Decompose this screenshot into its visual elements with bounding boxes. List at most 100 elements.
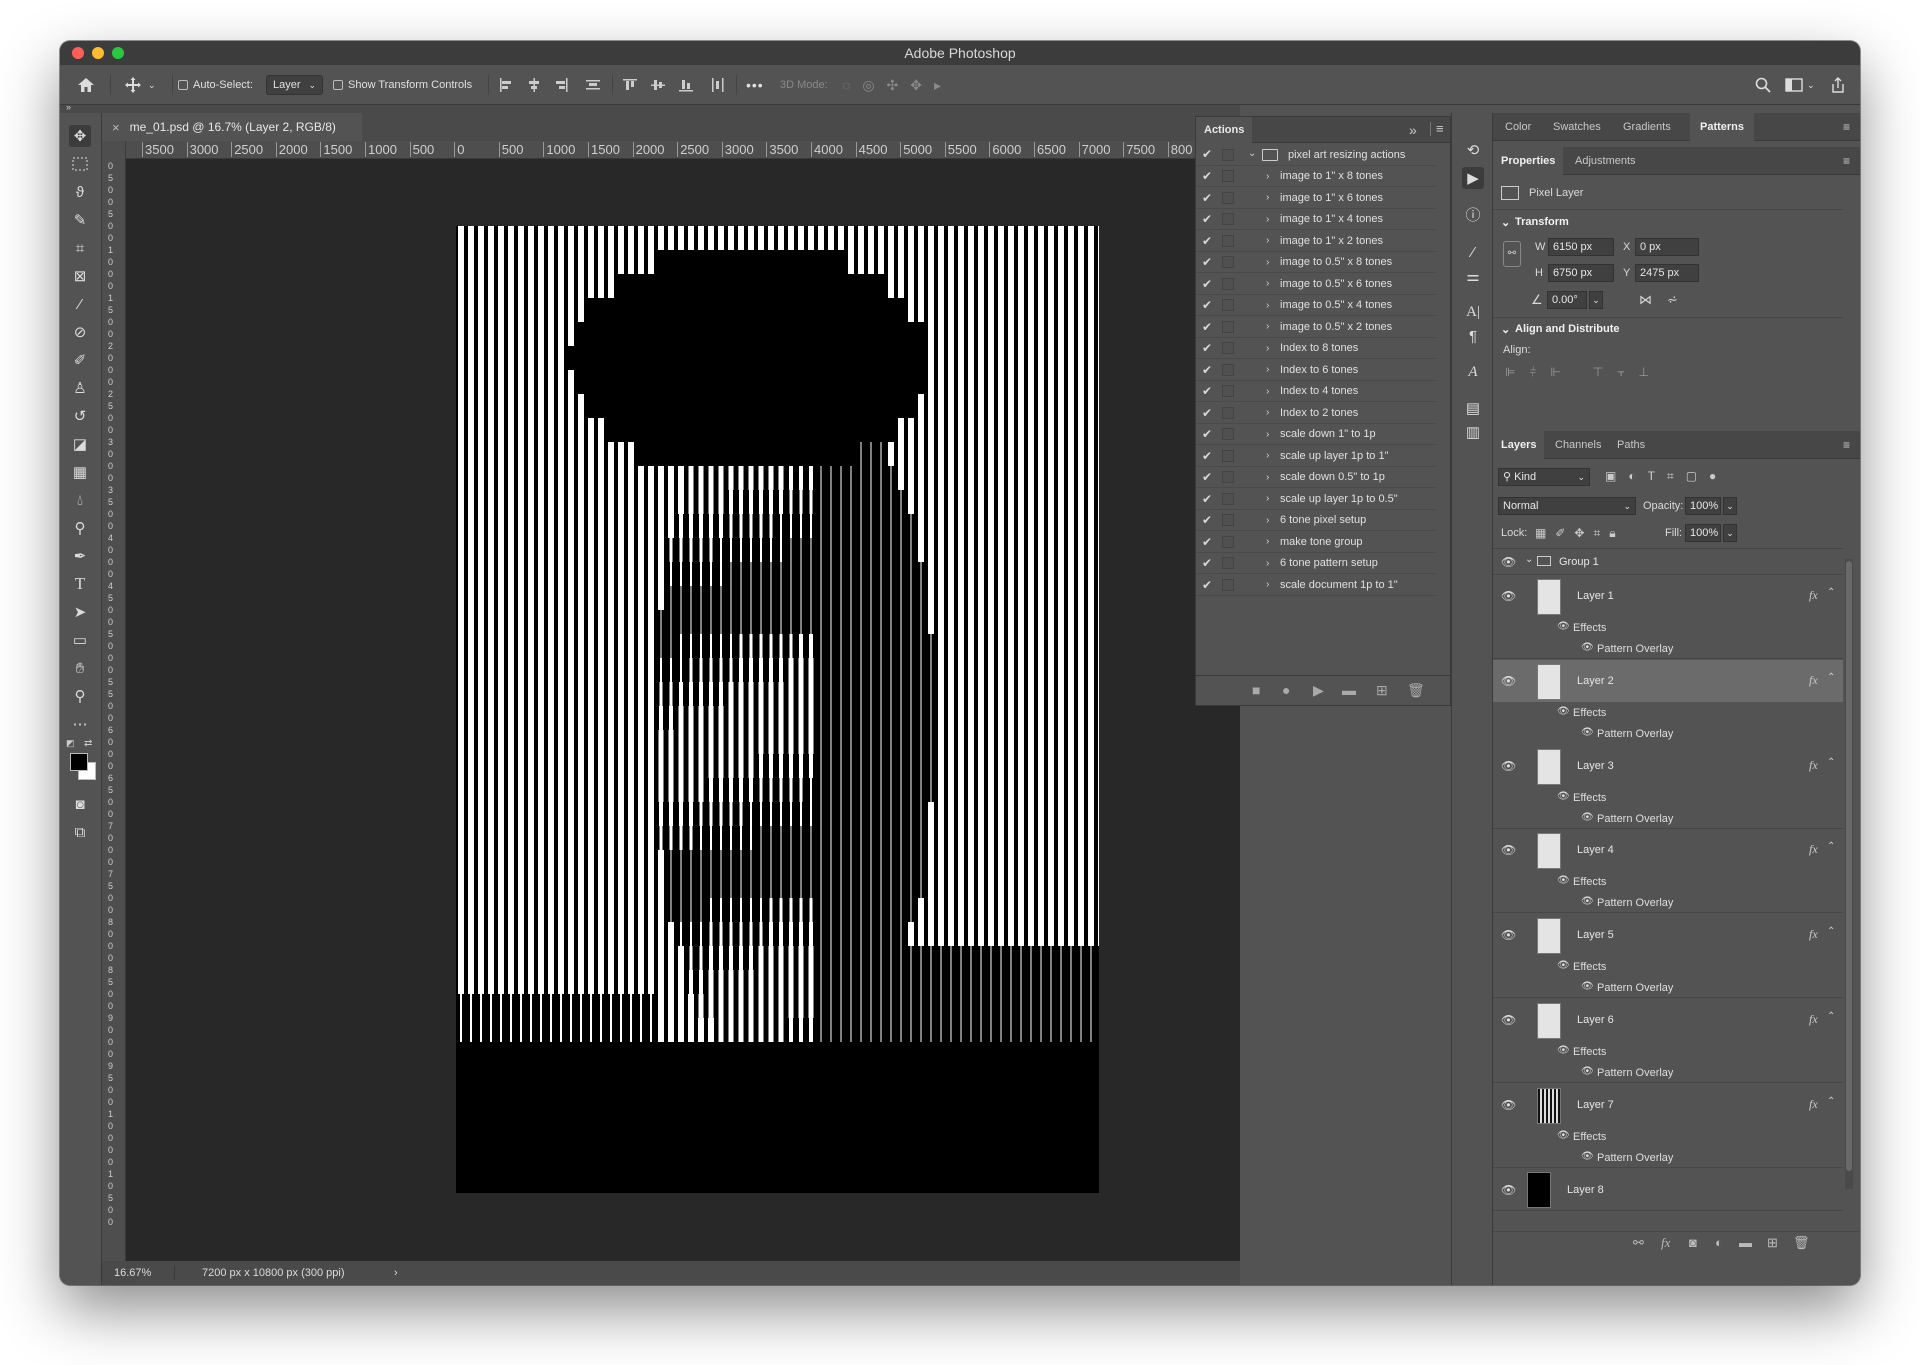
auto-select-dropdown[interactable]: Layer ⌄ <box>266 65 324 105</box>
visibility-eye-icon[interactable]: 👁︎ <box>1557 791 1570 802</box>
tab-swatches[interactable]: Swatches <box>1549 113 1605 141</box>
clone-stamp-tool-icon[interactable]: ♙ <box>69 377 91 399</box>
chevron-right-icon[interactable]: › <box>1266 214 1269 225</box>
align-vertical-distribute-icon[interactable] <box>585 65 601 105</box>
more-options-icon[interactable]: ••• <box>746 65 764 105</box>
checkmark-icon[interactable]: ✔ <box>1202 255 1212 269</box>
lock-all-icon[interactable]: 🔒︎ <box>1609 526 1615 541</box>
chevron-up-icon[interactable]: ⌃ <box>1827 587 1835 598</box>
checkmark-icon[interactable]: ✔ <box>1202 363 1212 377</box>
auto-select-checkbox[interactable]: Auto-Select: <box>178 65 253 105</box>
visibility-eye-icon[interactable]: 👁︎ <box>1581 812 1594 823</box>
fill-field[interactable]: 100% <box>1685 524 1721 542</box>
chevron-right-icon[interactable]: › <box>1266 386 1269 397</box>
dialog-toggle-box[interactable] <box>1222 363 1234 376</box>
layer-thumbnail[interactable] <box>1537 918 1561 955</box>
visibility-eye-icon[interactable]: 👁︎ <box>1581 727 1594 738</box>
dialog-toggle-box[interactable] <box>1222 256 1234 268</box>
glyphs-panel-icon[interactable]: A <box>1462 361 1484 383</box>
align-bottom-edges-icon[interactable] <box>678 65 694 105</box>
chevron-right-icon[interactable]: › <box>1266 171 1269 182</box>
action-item[interactable]: ✔ › image to 1" x 2 tones <box>1196 231 1436 252</box>
chevron-right-icon[interactable]: › <box>1266 579 1269 590</box>
chevron-right-icon[interactable]: › <box>1266 450 1269 461</box>
align-top-icon[interactable]: ⊤ <box>1593 365 1603 380</box>
marquee-tool-icon[interactable] <box>69 153 91 175</box>
action-item[interactable]: ✔ › Index to 8 tones <box>1196 338 1436 359</box>
dialog-toggle-box[interactable] <box>1222 234 1234 247</box>
pen-tool-icon[interactable]: ✒ <box>69 545 91 567</box>
checkmark-icon[interactable]: ✔ <box>1202 578 1212 592</box>
blend-mode-select[interactable]: Normal ⌄ <box>1498 497 1636 515</box>
filter-kind-select[interactable]: ⚲ Kind ⌄ <box>1498 468 1590 486</box>
visibility-eye-icon[interactable]: 👁︎ <box>1557 706 1570 717</box>
visibility-eye-icon[interactable]: 👁︎ <box>1581 896 1594 907</box>
layer-row[interactable]: 👁︎ Layer 8 <box>1493 1169 1843 1211</box>
info-panel-icon[interactable]: ⓘ <box>1462 203 1484 225</box>
move-tool-icon[interactable]: ⌄ <box>124 65 156 105</box>
align-middle-icon[interactable]: ⫟ <box>1617 365 1624 380</box>
fx-icon[interactable]: fx <box>1809 1097 1818 1112</box>
align-bottom-icon[interactable]: ⊥ <box>1639 365 1649 380</box>
layer-thumbnail[interactable] <box>1527 1171 1551 1208</box>
new-layer-icon[interactable]: ⊞ <box>1767 1235 1778 1251</box>
default-colors-icon[interactable]: ◩ <box>66 738 75 749</box>
chevron-right-icon[interactable]: › <box>1266 278 1269 289</box>
move-tool-icon[interactable]: ✥ <box>69 125 91 147</box>
edit-toolbar-icon[interactable]: ⋯ <box>69 713 91 735</box>
layer-group-row[interactable]: 👁︎ ⌄ Group 1 <box>1493 549 1843 575</box>
chevron-right-icon[interactable]: › <box>1266 343 1269 354</box>
dialog-toggle-box[interactable] <box>1222 277 1234 290</box>
layers-scrollbar[interactable] <box>1845 559 1853 1189</box>
tab-properties[interactable]: Properties <box>1493 147 1564 175</box>
layer-thumbnail[interactable] <box>1537 833 1561 870</box>
tab-channels[interactable]: Channels <box>1549 431 1607 459</box>
quick-mask-icon[interactable]: ◙ <box>69 793 91 815</box>
action-item[interactable]: ✔ › make tone group <box>1196 532 1436 553</box>
checkmark-icon[interactable]: ✔ <box>1202 492 1212 506</box>
zoom-level[interactable]: 16.67% <box>114 1267 151 1279</box>
flip-vertical-icon[interactable]: ⩫ <box>1667 292 1678 308</box>
dialog-toggle-box[interactable] <box>1222 191 1234 204</box>
dialog-toggle-box[interactable] <box>1222 213 1234 225</box>
dialog-toggle-box[interactable] <box>1222 299 1234 311</box>
x-field[interactable]: 0 px <box>1635 238 1699 256</box>
libraries-panel-icon[interactable]: ▤ <box>1462 397 1484 419</box>
filter-adjustment-icon[interactable]: ◐ <box>1628 469 1635 484</box>
chevron-up-icon[interactable]: ⌃ <box>1827 672 1835 683</box>
chevron-right-icon[interactable]: › <box>1266 472 1269 483</box>
dialog-toggle-box[interactable] <box>1222 342 1234 354</box>
dialog-toggle-box[interactable] <box>1222 170 1234 182</box>
fx-icon[interactable]: fx <box>1809 673 1818 688</box>
action-item[interactable]: ✔ › scale document 1p to 1" <box>1196 575 1436 596</box>
brush-tool-icon[interactable]: ✐ <box>69 349 91 371</box>
chevron-down-icon[interactable]: ⌄ <box>1525 554 1533 565</box>
gradient-tool-icon[interactable]: ▦ <box>69 461 91 483</box>
filter-smart-icon[interactable]: ▢ <box>1686 469 1697 484</box>
fx-icon[interactable]: fx <box>1809 842 1818 857</box>
checkmark-icon[interactable]: ✔ <box>1202 449 1212 463</box>
action-set-row[interactable]: ✔ ⌄ pixel art resizing actions <box>1196 144 1436 166</box>
dialog-toggle-box[interactable] <box>1222 492 1234 505</box>
healing-brush-tool-icon[interactable]: ⊘ <box>69 321 91 343</box>
layer-mask-icon[interactable]: ◙ <box>1689 1235 1697 1250</box>
panel-menu-icon[interactable]: ≡ <box>1843 438 1850 452</box>
fx-icon[interactable]: fx <box>1809 758 1818 773</box>
visibility-eye-icon[interactable]: 👁︎ <box>1501 928 1516 942</box>
action-item[interactable]: ✔ › image to 1" x 4 tones <box>1196 209 1436 230</box>
brush-settings-icon[interactable]: ⚌ <box>1462 265 1484 287</box>
chevron-down-icon[interactable]: ⌄ <box>1501 216 1510 229</box>
status-menu-icon[interactable]: › <box>394 1267 398 1279</box>
align-section-title[interactable]: Align and Distribute <box>1515 323 1620 335</box>
checkmark-icon[interactable]: ✔ <box>1202 341 1212 355</box>
dialog-toggle-box[interactable] <box>1222 149 1234 161</box>
layer-thumbnail[interactable] <box>1537 1087 1561 1124</box>
visibility-eye-icon[interactable]: 👁︎ <box>1581 981 1594 992</box>
delete-layer-icon[interactable]: 🗑︎ <box>1793 1235 1810 1251</box>
action-item[interactable]: ✔ › image to 0.5" x 8 tones <box>1196 252 1436 273</box>
checkmark-icon[interactable]: ✔ <box>1202 147 1212 161</box>
action-item[interactable]: ✔ › Index to 6 tones <box>1196 360 1436 381</box>
zoom-window-button[interactable] <box>112 47 124 59</box>
layer-thumbnail[interactable] <box>1537 1003 1561 1039</box>
new-action-icon[interactable]: ⊞ <box>1376 682 1388 699</box>
